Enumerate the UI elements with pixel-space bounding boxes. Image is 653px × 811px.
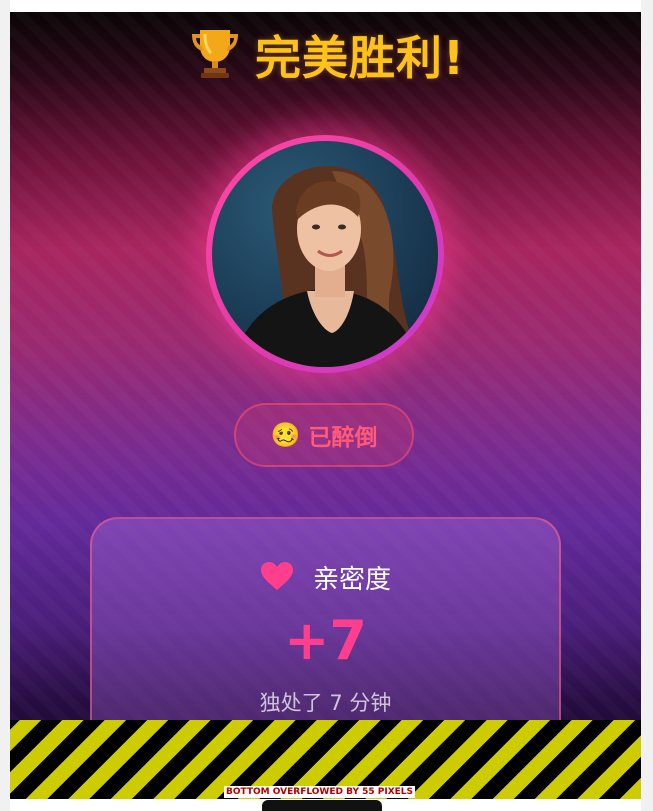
overflow-warning-label: BOTTOM OVERFLOWED BY 55 PIXELS (224, 786, 416, 798)
heart-icon (260, 561, 294, 595)
home-indicator[interactable] (262, 800, 382, 811)
woozy-face-icon: 🥴 (270, 421, 301, 449)
status-badge: 🥴 已醉倒 (234, 403, 414, 467)
avatar[interactable] (212, 141, 438, 367)
trophy-icon (186, 24, 244, 86)
status-label: 已醉倒 (308, 425, 378, 451)
intimacy-score: +7 (284, 609, 367, 672)
window-margin-left (0, 0, 10, 811)
window-margin-right (641, 0, 653, 811)
title-row: 完美胜利! (10, 22, 641, 88)
victory-screen: 完美胜利! 🥴 已醉倒 亲密度 +7 独处了 7 分钟 BOTTOM OVERF… (10, 12, 641, 799)
avatar-ring (206, 135, 444, 373)
time-alone-text: 独处了 7 分钟 (259, 691, 392, 715)
intimacy-header: 亲密度 (92, 559, 559, 596)
page-title: 完美胜利! (255, 31, 466, 85)
intimacy-label: 亲密度 (313, 565, 392, 595)
